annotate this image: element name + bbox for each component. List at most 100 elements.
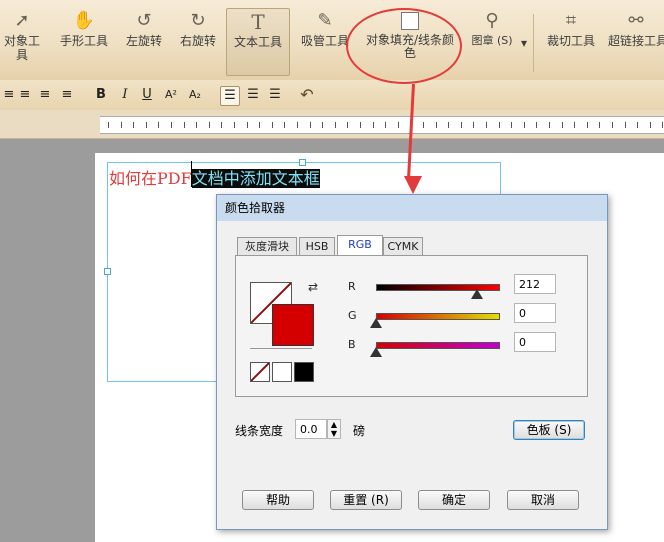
textbox-resize-handle-left[interactable] xyxy=(104,268,111,275)
ruler-tick xyxy=(498,122,500,128)
black-color-preset[interactable] xyxy=(294,362,314,382)
green-slider-track[interactable] xyxy=(376,313,500,320)
ruler-tick xyxy=(158,122,160,128)
align-center-button[interactable]: ≡ xyxy=(16,86,34,104)
line-spacing-1-button[interactable]: ☰ xyxy=(220,86,240,106)
line-spacing-2-button[interactable]: ☰ xyxy=(244,86,262,104)
green-value-input[interactable]: 0 xyxy=(514,303,556,323)
link-tool-button[interactable]: ⚯ 超链接工具 xyxy=(608,8,664,74)
red-value-input[interactable]: 212 xyxy=(514,274,556,294)
hand-tool-button[interactable]: ✋ 手形工具 xyxy=(56,8,112,74)
cancel-button[interactable]: 取消 xyxy=(507,490,579,510)
bold-button[interactable]: B xyxy=(92,86,110,104)
blue-value-input[interactable]: 0 xyxy=(514,332,556,352)
stamp-dropdown-button[interactable]: ▾ xyxy=(518,36,530,56)
color-panel: ⇄ R 212 G 0 B 0 xyxy=(235,255,588,397)
underline-button[interactable]: U xyxy=(138,86,156,104)
ruler-tick xyxy=(523,122,525,128)
tab-hsb[interactable]: HSB xyxy=(299,237,335,256)
ruler-tick xyxy=(196,122,198,128)
document-text-plain: 如何在PDF xyxy=(109,169,192,188)
eyedropper-tool-label: 吸管工具 xyxy=(300,34,349,48)
ruler-tick xyxy=(649,122,651,128)
stamp-tool-label: 图章 (S) xyxy=(471,34,513,47)
text-T-icon: T xyxy=(251,10,265,34)
ruler-tick xyxy=(183,122,185,128)
line-width-input[interactable]: 0.0 xyxy=(295,419,327,439)
ruler-tick xyxy=(234,122,235,128)
main-toolbar: ➚ 对象工具 ✋ 手形工具 ↺ 左旋转 ↻ 右旋转 T 文本工具 ✎ 吸管工具 … xyxy=(0,0,664,81)
ruler-tick xyxy=(271,122,273,128)
red-slider-thumb[interactable] xyxy=(471,289,484,299)
crop-tool-button[interactable]: ⌗ 裁切工具 xyxy=(542,8,600,74)
superscript-button[interactable]: A² xyxy=(162,86,180,104)
line-width-spinner[interactable]: ▲ ▼ xyxy=(327,419,341,439)
ruler-tick xyxy=(120,122,122,128)
ruler-tick xyxy=(637,122,639,128)
rotate-left-icon: ↺ xyxy=(136,10,152,31)
swap-colors-icon[interactable]: ⇄ xyxy=(308,280,318,294)
arrow-pointer-icon: ➚ xyxy=(14,10,30,31)
subscript-button[interactable]: A₂ xyxy=(186,86,204,104)
blue-slider-track[interactable] xyxy=(376,342,500,349)
link-icon: ⚯ xyxy=(628,10,644,31)
ruler-tick xyxy=(448,122,450,128)
toolbar-separator xyxy=(533,14,534,72)
document-text-selected: 文档中添加文本框 xyxy=(191,169,320,188)
slider-label-b: B xyxy=(348,338,356,351)
rotate-left-label: 左旋转 xyxy=(125,34,162,48)
ruler-tick xyxy=(246,122,248,128)
align-justify-button[interactable]: ≡ xyxy=(58,86,76,104)
ruler-tick xyxy=(322,122,324,128)
ruler-tick xyxy=(423,122,424,128)
text-caret xyxy=(191,161,192,187)
fill-color-swatch[interactable] xyxy=(272,304,314,346)
color-picker-dialog: 颜色拾取器 灰度滑块 HSB RGB CYMK ⇄ R 212 G 0 B 0 xyxy=(216,194,608,530)
stamp-tool-button[interactable]: ⚲ 图章 (S) xyxy=(466,8,518,74)
ruler-tick xyxy=(297,122,298,128)
ok-button[interactable]: 确定 xyxy=(418,490,490,510)
ruler-tick xyxy=(208,122,210,128)
blue-slider-thumb[interactable] xyxy=(370,347,382,357)
horizontal-ruler[interactable] xyxy=(0,110,664,139)
line-width-unit: 磅 xyxy=(353,424,366,438)
no-color-preset[interactable] xyxy=(250,362,270,382)
ruler-tick xyxy=(599,122,601,128)
tab-grayscale[interactable]: 灰度滑块 xyxy=(237,237,297,256)
ruler-tick xyxy=(347,122,349,128)
eyedropper-tool-button[interactable]: ✎ 吸管工具 xyxy=(298,8,352,74)
help-button[interactable]: 帮助 xyxy=(242,490,314,510)
crop-icon: ⌗ xyxy=(565,10,577,31)
tab-rgb[interactable]: RGB xyxy=(337,235,383,257)
link-tool-label: 超链接工具 xyxy=(608,34,664,48)
ruler-tick xyxy=(612,122,613,128)
italic-button[interactable]: I xyxy=(116,86,134,104)
ruler-tick xyxy=(397,122,399,128)
ruler-tick xyxy=(662,122,664,128)
swatch-divider xyxy=(250,348,312,349)
line-width-label: 线条宽度 xyxy=(235,424,284,438)
rotate-left-button[interactable]: ↺ 左旋转 xyxy=(122,8,166,74)
rotate-right-button[interactable]: ↻ 右旋转 xyxy=(176,8,220,74)
green-slider-thumb[interactable] xyxy=(370,318,382,328)
ruler-tick xyxy=(360,122,361,128)
palette-button[interactable]: 色板 (S) xyxy=(513,420,585,440)
align-right-button[interactable]: ≡ xyxy=(36,86,54,104)
line-spacing-3-button[interactable]: ☰ xyxy=(266,86,284,104)
stamp-icon: ⚲ xyxy=(485,10,499,31)
ruler-tick xyxy=(574,122,576,128)
ruler-tick xyxy=(473,122,475,128)
reset-button[interactable]: 重置 (R) xyxy=(330,490,402,510)
tab-cymk[interactable]: CYMK xyxy=(383,237,423,256)
white-color-preset[interactable] xyxy=(272,362,292,382)
ruler-tick xyxy=(435,122,437,128)
text-tool-button[interactable]: T 文本工具 xyxy=(226,8,290,76)
rotate-right-icon: ↻ xyxy=(190,10,206,31)
text-tool-label: 文本工具 xyxy=(233,35,282,49)
undo-button[interactable]: ↶ xyxy=(298,86,316,104)
ruler-tick xyxy=(536,122,538,128)
format-toolbar: ≡ ≡ ≡ ≡ B I U A² A₂ ☰ ☰ ☰ ↶ xyxy=(0,80,664,111)
object-tool-button[interactable]: ➚ 对象工具 xyxy=(0,8,44,74)
ruler-tick xyxy=(334,122,336,128)
document-text[interactable]: 如何在PDF文档中添加文本框 xyxy=(109,165,320,189)
